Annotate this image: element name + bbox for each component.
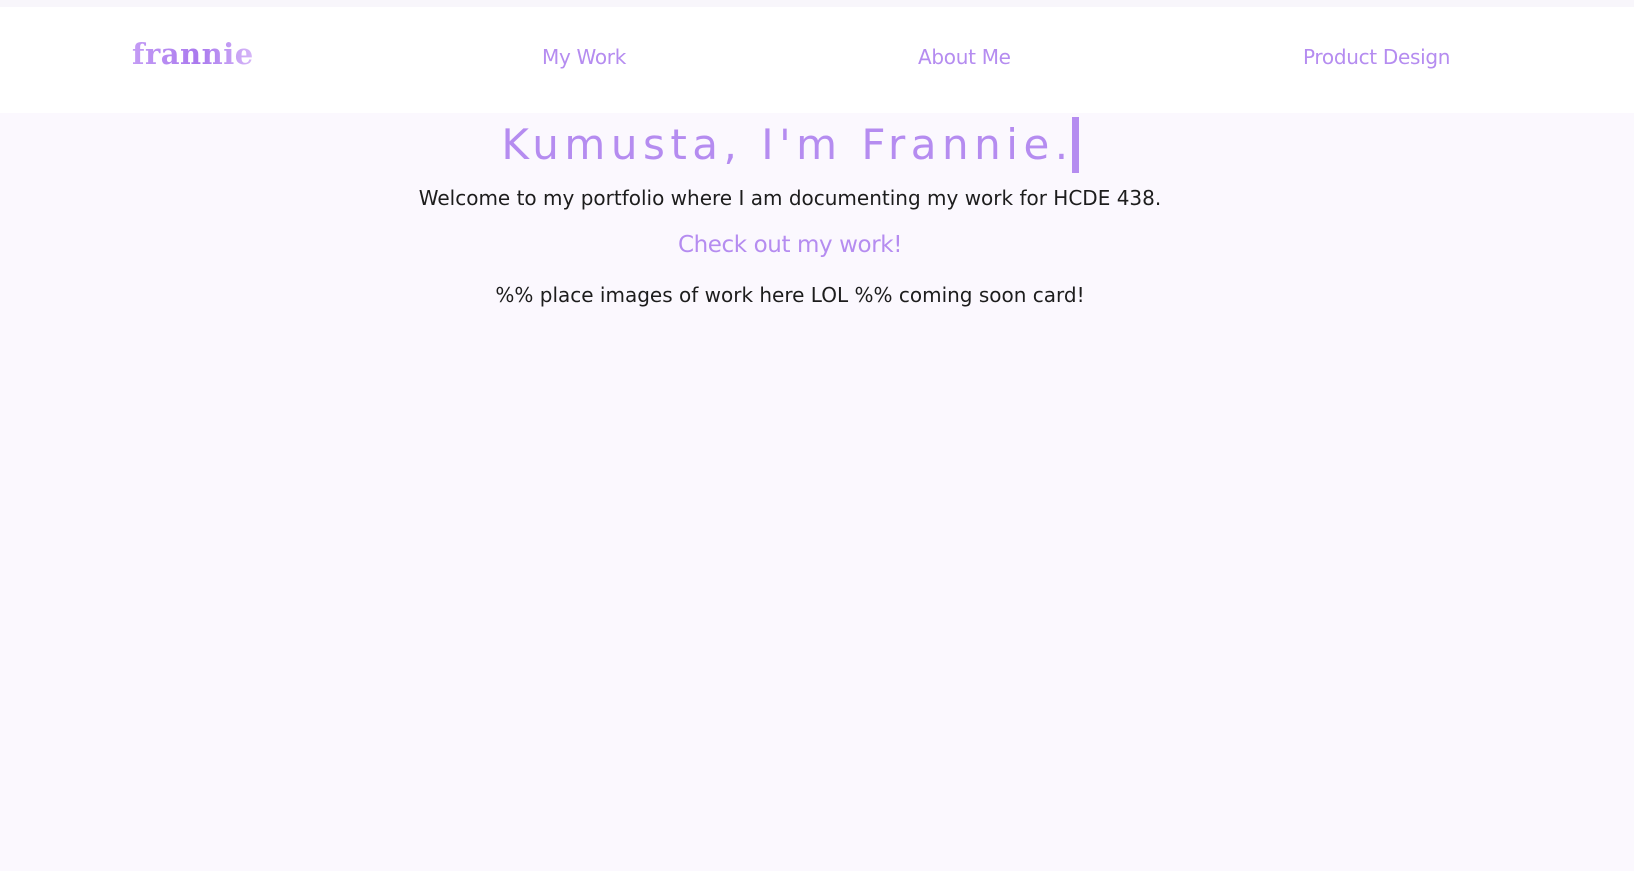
- typing-cursor: [1071, 117, 1079, 173]
- check-out-work-link[interactable]: Check out my work!: [678, 232, 902, 258]
- nav-link-my-work[interactable]: My Work: [542, 45, 626, 69]
- work-placeholder-text: %% place images of work here LOL %% comi…: [495, 283, 1085, 307]
- hero-title-wrap: Kumusta, I'm Frannie.: [501, 117, 1079, 173]
- top-strip: [0, 0, 1634, 7]
- welcome-text: Welcome to my portfolio where I am docum…: [418, 186, 1162, 210]
- hero-section: Kumusta, I'm Frannie. Welcome to my port…: [0, 113, 1580, 307]
- nav-link-about-me[interactable]: About Me: [918, 45, 1011, 69]
- hero-title: Kumusta, I'm Frannie.: [501, 120, 1074, 169]
- nav-link-product-design[interactable]: Product Design: [1303, 45, 1450, 69]
- navbar: frannie My Work About Me Product Design: [0, 7, 1634, 113]
- site-logo[interactable]: frannie: [132, 37, 254, 71]
- bottom-strip: [0, 871, 1634, 878]
